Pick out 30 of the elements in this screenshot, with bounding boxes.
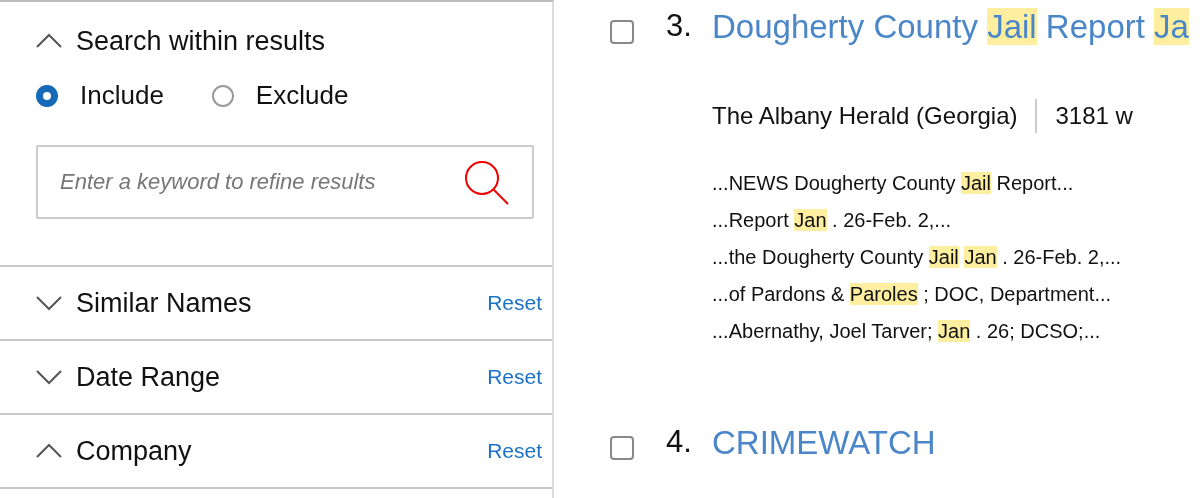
result-title-link[interactable]: Dougherty County Jail Report Ja: [712, 8, 1189, 46]
snippet-text: ...of Pardons & Paroles ; DOC, Department...: [712, 282, 1113, 307]
section-title[interactable]: Date Range: [76, 361, 488, 393]
snippet-text: ...Abernathy, Joel Tarver; Jan . 26; DCSO;...: [712, 319, 1102, 344]
radio-button[interactable]: [211, 84, 234, 107]
radio-label[interactable]: Exclude: [255, 80, 349, 111]
section-title[interactable]: Company: [76, 435, 488, 467]
chevron-up-icon[interactable]: [36, 443, 62, 459]
chevron-up-icon[interactable]: [36, 33, 62, 49]
radio-button[interactable]: [36, 84, 58, 107]
reset-link[interactable]: Reset: [487, 439, 542, 463]
snippet-text: ...Report Jan . 26-Feb. 2,...: [712, 208, 953, 233]
section-title[interactable]: Similar Names: [76, 287, 488, 319]
search-field[interactable]: Enter a keyword to refine results: [36, 145, 534, 219]
snippet-text: ...the Dougherty County Jail Jan . 26-Feb. 2,...: [712, 245, 1123, 270]
checkbox[interactable]: [610, 436, 634, 460]
source-name: The Albany Herald (Georgia): [712, 102, 1018, 130]
word-count: 3181 w: [1055, 102, 1133, 130]
result-number: 3.: [666, 8, 693, 44]
chevron-down-icon[interactable]: [36, 295, 62, 311]
reset-link[interactable]: Reset: [487, 291, 542, 315]
result-title-link[interactable]: CRIMEWATCH: [712, 424, 936, 462]
checkbox[interactable]: [610, 20, 634, 44]
radio-label[interactable]: Include: [80, 80, 164, 111]
reset-link[interactable]: Reset: [487, 365, 542, 389]
search-icon[interactable]: [462, 158, 510, 206]
chevron-down-icon[interactable]: [36, 369, 62, 385]
result-number: 4.: [666, 424, 693, 460]
snippet-text: ...NEWS Dougherty County Jail Report...: [712, 171, 1075, 196]
section-title[interactable]: Search within results: [76, 25, 542, 57]
